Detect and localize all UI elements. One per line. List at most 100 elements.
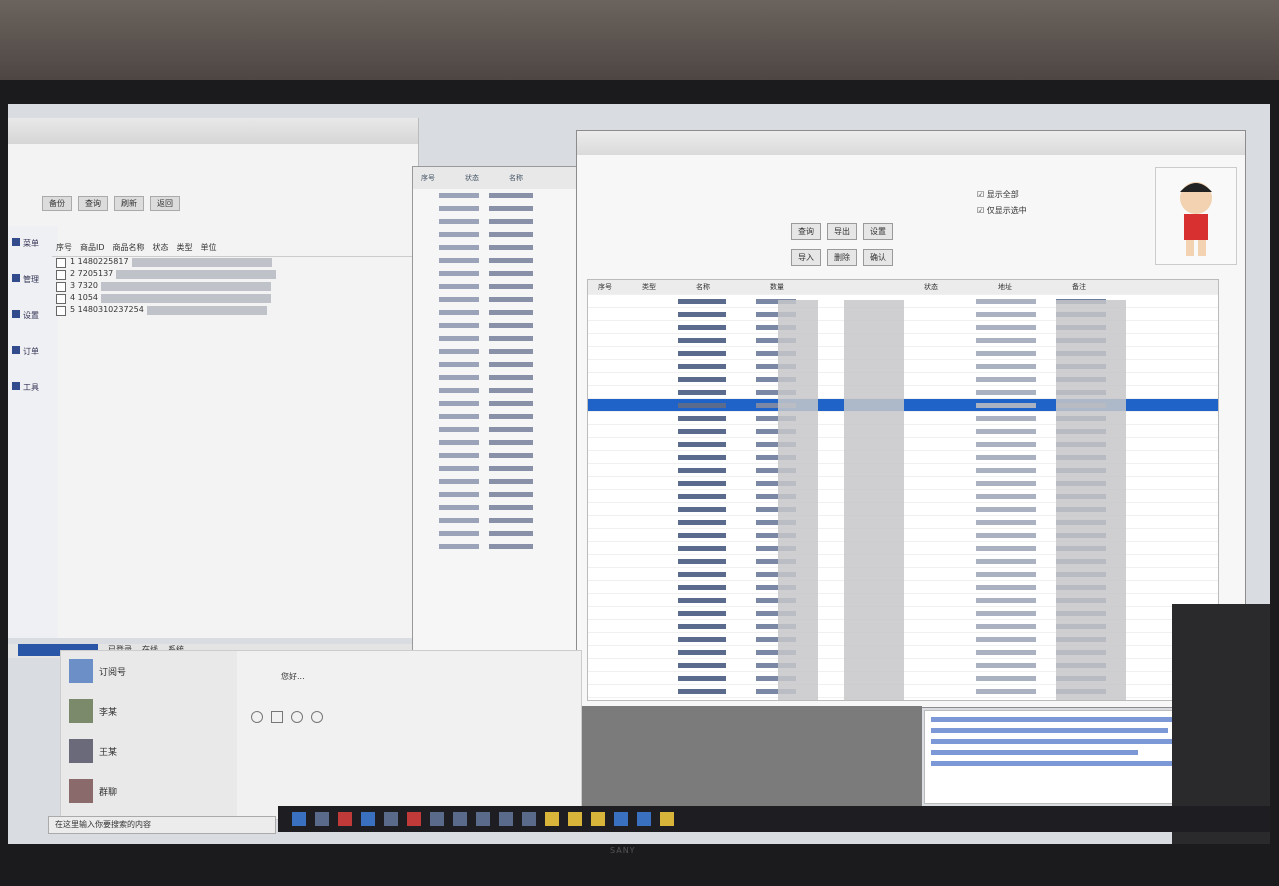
list-item[interactable] xyxy=(413,527,579,540)
query-button[interactable]: 查询 xyxy=(791,223,821,240)
app-icon[interactable] xyxy=(315,812,329,826)
scissors-icon[interactable] xyxy=(291,711,303,723)
app-icon[interactable] xyxy=(545,812,559,826)
list-item[interactable] xyxy=(413,228,579,241)
col-header[interactable]: 名称 xyxy=(696,282,710,292)
app-icon[interactable] xyxy=(407,812,421,826)
export-button[interactable]: 导出 xyxy=(827,223,857,240)
app-icon[interactable] xyxy=(614,812,628,826)
history-icon[interactable] xyxy=(311,711,323,723)
list-item[interactable] xyxy=(413,475,579,488)
col-header[interactable]: 序号 xyxy=(421,173,435,183)
list-item[interactable] xyxy=(413,267,579,280)
row-checkbox[interactable] xyxy=(56,258,66,268)
emoji-icon[interactable] xyxy=(251,711,263,723)
chat-contact[interactable]: 李某 xyxy=(61,691,237,731)
list-item[interactable] xyxy=(413,410,579,423)
chat-contact[interactable]: 订阅号 xyxy=(61,651,237,691)
chat-contact[interactable]: 群聊 xyxy=(61,771,237,811)
list-item[interactable] xyxy=(413,397,579,410)
delete-button[interactable]: 删除 xyxy=(827,249,857,266)
col-header[interactable]: 商品ID xyxy=(76,242,109,256)
list-item[interactable] xyxy=(413,189,579,202)
list-item[interactable] xyxy=(413,540,579,553)
col-header[interactable]: 类型 xyxy=(642,282,656,292)
list-item[interactable] xyxy=(413,436,579,449)
redacted-text xyxy=(678,623,726,629)
list-item[interactable] xyxy=(413,215,579,228)
row-checkbox[interactable] xyxy=(56,270,66,280)
app-icon[interactable] xyxy=(499,812,513,826)
nav-item-orders[interactable]: 订单 xyxy=(8,346,58,370)
list-item[interactable] xyxy=(413,280,579,293)
app-icon[interactable] xyxy=(522,812,536,826)
col-header[interactable]: 类型 xyxy=(173,242,197,256)
list-item[interactable] xyxy=(413,384,579,397)
app-icon[interactable] xyxy=(660,812,674,826)
settings-button[interactable]: 设置 xyxy=(863,223,893,240)
row-checkbox[interactable] xyxy=(56,282,66,292)
app-icon[interactable] xyxy=(338,812,352,826)
row-checkbox[interactable] xyxy=(56,306,66,316)
col-header[interactable]: 状态 xyxy=(465,173,479,183)
list-item[interactable] xyxy=(413,514,579,527)
col-header[interactable]: 地址 xyxy=(998,282,1012,292)
nav-item-menu[interactable]: 菜单 xyxy=(8,238,58,262)
list-item[interactable] xyxy=(413,202,579,215)
col-header[interactable]: 数量 xyxy=(770,282,784,292)
col-header[interactable]: 序号 xyxy=(598,282,612,292)
taskbar-search[interactable]: 在这里输入你要搜索的内容 xyxy=(48,816,276,834)
app-icon[interactable] xyxy=(476,812,490,826)
import-button[interactable]: 导入 xyxy=(791,249,821,266)
col-header[interactable]: 状态 xyxy=(149,242,173,256)
list-item[interactable] xyxy=(413,358,579,371)
checkbox-show-selected[interactable]: ☑ 仅显示选中 xyxy=(977,205,1027,216)
chat-contact[interactable]: 王某 xyxy=(61,731,237,771)
nav-item-settings[interactable]: 设置 xyxy=(8,310,58,334)
app-icon[interactable] xyxy=(361,812,375,826)
list-item[interactable] xyxy=(413,306,579,319)
col-header[interactable]: 状态 xyxy=(924,282,938,292)
col-header[interactable]: 序号 xyxy=(52,242,76,256)
table-row[interactable]: 4 1054 xyxy=(52,293,412,305)
col-header[interactable]: 名称 xyxy=(509,173,523,183)
col-header[interactable]: 商品名称 xyxy=(109,242,149,256)
list-item[interactable] xyxy=(413,293,579,306)
list-item[interactable] xyxy=(413,501,579,514)
folder-icon[interactable] xyxy=(271,711,283,723)
list-item[interactable] xyxy=(413,449,579,462)
confirm-button[interactable]: 确认 xyxy=(863,249,893,266)
list-item[interactable] xyxy=(413,254,579,267)
app-icon[interactable] xyxy=(568,812,582,826)
list-item[interactable] xyxy=(413,345,579,358)
start-icon[interactable] xyxy=(292,812,306,826)
table-row[interactable]: 2 7205137 xyxy=(52,269,412,281)
row-checkbox[interactable] xyxy=(56,294,66,304)
list-item[interactable] xyxy=(413,241,579,254)
toolbar-button-refresh[interactable]: 刷新 xyxy=(114,196,144,211)
toolbar-button-search[interactable]: 查询 xyxy=(78,196,108,211)
toolbar-button-back[interactable]: 返回 xyxy=(150,196,180,211)
table-row[interactable]: 1 1480225817 xyxy=(52,257,412,269)
list-item[interactable] xyxy=(413,488,579,501)
table-row[interactable]: 5 1480310237254 xyxy=(52,305,412,317)
table-row[interactable]: 3 7320 xyxy=(52,281,412,293)
list-item[interactable] xyxy=(413,462,579,475)
list-item[interactable] xyxy=(413,319,579,332)
nav-item-tools[interactable]: 工具 xyxy=(8,382,58,406)
col-header[interactable]: 备注 xyxy=(1072,282,1086,292)
app-icon[interactable] xyxy=(430,812,444,826)
col-header[interactable]: 单位 xyxy=(197,242,221,256)
checkbox-show-all[interactable]: ☑ 显示全部 xyxy=(977,189,1019,200)
app-icon[interactable] xyxy=(453,812,467,826)
app-icon[interactable] xyxy=(591,812,605,826)
redacted-text xyxy=(678,454,726,460)
list-item[interactable] xyxy=(413,371,579,384)
redacted-text xyxy=(489,297,533,302)
app-icon[interactable] xyxy=(637,812,651,826)
toolbar-button-backup[interactable]: 备份 xyxy=(42,196,72,211)
list-item[interactable] xyxy=(413,332,579,345)
app-icon[interactable] xyxy=(384,812,398,826)
nav-item-manage[interactable]: 管理 xyxy=(8,274,58,298)
list-item[interactable] xyxy=(413,423,579,436)
